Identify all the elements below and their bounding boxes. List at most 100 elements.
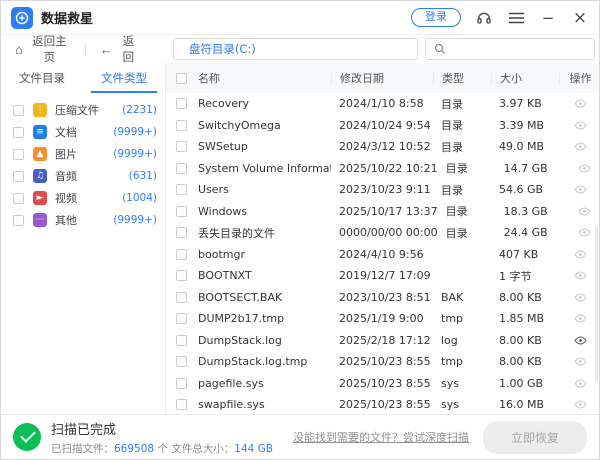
preview-eye-icon[interactable] [574, 248, 587, 261]
total-size-value: 144 GB [234, 443, 273, 455]
table-row[interactable]: BOOTNXT 2019/12/7 17:09 1 字节 [166, 265, 599, 287]
checkbox[interactable] [176, 163, 187, 174]
preview-eye-icon[interactable] [574, 377, 587, 390]
file-name: 丢失目录的文件 [198, 225, 331, 241]
preview-eye-icon[interactable] [574, 269, 587, 282]
preview-eye-icon[interactable] [574, 291, 587, 304]
sidebar-item-images[interactable]: ▲ 图片 (9999+) [1, 143, 165, 165]
checkbox[interactable] [176, 206, 187, 217]
login-button[interactable]: 登录 [411, 8, 461, 27]
checkbox[interactable] [176, 184, 187, 195]
checkbox[interactable] [176, 227, 187, 238]
checkbox[interactable] [176, 399, 187, 410]
sidebar-item-archive[interactable]: ⋮ 压缩文件 (2231) [1, 99, 165, 121]
file-name: SWSetup [198, 140, 331, 153]
checkbox[interactable] [176, 141, 187, 152]
checkbox[interactable] [176, 249, 187, 260]
table-row[interactable]: DUMP2b17.tmp 2025/1/19 9:00 tmp 1.85 MB [166, 308, 599, 330]
file-date: 2025/1/19 9:00 [331, 312, 433, 325]
sidebar-item-count: (9999+) [113, 148, 157, 160]
header-date[interactable]: 修改日期 [331, 71, 433, 85]
checkbox[interactable] [13, 193, 24, 204]
header-size[interactable]: 大小 [491, 71, 559, 85]
search-input[interactable] [452, 43, 594, 56]
search-box[interactable] [425, 38, 595, 60]
file-name: DumpStack.log.tmp [198, 355, 331, 368]
support-headset-icon[interactable] [475, 9, 493, 27]
file-size: 14.7 GB [496, 162, 564, 175]
path-field[interactable]: 盘符目录(C:) [173, 38, 418, 60]
sidebar: 文件目录 文件类型 ⋮ 压缩文件 (2231) ≡ 文档 (9999+) [1, 63, 166, 414]
tab-file-directory[interactable]: 文件目录 [1, 63, 83, 93]
preview-eye-icon[interactable] [574, 398, 587, 411]
table-row[interactable]: bootmgr 2024/4/10 9:56 407 KB [166, 244, 599, 266]
checkbox[interactable] [176, 270, 187, 281]
recover-now-button[interactable]: 立即恢复 [483, 421, 587, 454]
table-row[interactable]: Recovery 2024/1/10 8:58 目录 3.97 KB [166, 93, 599, 115]
header-type[interactable]: 类型 [433, 71, 491, 85]
preview-eye-icon[interactable] [578, 205, 591, 218]
sidebar-item-audio[interactable]: ♫ 音频 (631) [1, 165, 165, 187]
scanned-files-count: 669508 [114, 443, 154, 455]
file-type: sys [433, 398, 491, 411]
table-row[interactable]: Windows 2025/10/17 13:37 目录 18.3 GB [166, 201, 599, 223]
select-all-checkbox[interactable] [176, 73, 187, 84]
back-button[interactable]: ← 返回 [96, 33, 143, 65]
sidebar-item-documents[interactable]: ≡ 文档 (9999+) [1, 121, 165, 143]
table-row[interactable]: System Volume Information 2025/10/22 10:… [166, 158, 599, 180]
sidebar-item-video[interactable]: ► 视频 (1004) [1, 187, 165, 209]
preview-eye-icon[interactable] [578, 226, 591, 239]
file-type: 目录 [433, 139, 491, 155]
table-row[interactable]: pagefile.sys 2025/10/23 8:55 sys 1.00 GB [166, 373, 599, 395]
file-name: BOOTSECT.BAK [198, 291, 331, 304]
checkbox[interactable] [176, 292, 187, 303]
preview-eye-icon[interactable] [574, 119, 587, 132]
table-header: 名称 修改日期 类型 大小 操作 [166, 63, 599, 93]
file-date: 2019/12/7 17:09 [331, 269, 433, 282]
toolbar: ⌂ 返回主页 ← 返回 盘符目录(C:) [1, 35, 599, 63]
checkbox[interactable] [13, 105, 24, 116]
checkbox[interactable] [176, 335, 187, 346]
table-row[interactable]: DumpStack.log 2025/2/18 17:12 log 8.00 K… [166, 330, 599, 352]
table-row[interactable]: swapfile.sys 2025/10/23 8:55 sys 16.0 MB [166, 394, 599, 416]
close-icon[interactable]: × [571, 9, 589, 27]
table-row[interactable]: SwitchyOmega 2024/10/24 9:54 目录 3.39 MB [166, 115, 599, 137]
preview-eye-icon[interactable] [578, 162, 591, 175]
checkbox[interactable] [176, 313, 187, 324]
home-label: 返回主页 [28, 33, 71, 65]
table-row[interactable]: SWSetup 2024/3/12 10:52 目录 49.0 MB [166, 136, 599, 158]
checkbox[interactable] [13, 127, 24, 138]
table-row[interactable]: DumpStack.log.tmp 2025/10/23 8:55 tmp 8.… [166, 351, 599, 373]
checkbox[interactable] [176, 356, 187, 367]
preview-eye-icon[interactable] [574, 334, 587, 347]
table-row[interactable]: 丢失目录的文件 0000/00/00 00:00 目录 24.4 GB [166, 222, 599, 244]
table-row[interactable]: BOOTSECT.BAK 2023/10/23 8:51 BAK 8.00 KB [166, 287, 599, 309]
preview-eye-icon[interactable] [574, 140, 587, 153]
header-name[interactable]: 名称 [198, 70, 331, 86]
file-date: 2024/10/24 9:54 [331, 119, 433, 132]
file-size: 18.3 GB [496, 205, 564, 218]
file-size: 8.00 KB [491, 334, 559, 347]
home-button[interactable]: ⌂ 返回主页 [11, 33, 75, 65]
deep-scan-link[interactable]: 没能找到需要的文件？尝试深度扫描 [293, 429, 469, 445]
scrollbar-thumb[interactable] [595, 226, 598, 382]
preview-eye-icon[interactable] [574, 97, 587, 110]
preview-eye-icon[interactable] [574, 355, 587, 368]
file-date: 2023/10/23 9:11 [331, 183, 433, 196]
checkbox[interactable] [13, 149, 24, 160]
file-size: 8.00 KB [491, 291, 559, 304]
checkbox[interactable] [13, 215, 24, 226]
menu-icon[interactable] [507, 9, 525, 27]
checkbox[interactable] [13, 171, 24, 182]
preview-eye-icon[interactable] [574, 312, 587, 325]
preview-eye-icon[interactable] [574, 183, 587, 196]
sidebar-item-other[interactable]: ⋯ 其他 (9999+) [1, 209, 165, 231]
tab-file-type[interactable]: 文件类型 [83, 63, 165, 93]
checkbox[interactable] [176, 98, 187, 109]
file-name: System Volume Information [198, 162, 331, 175]
checkbox[interactable] [176, 378, 187, 389]
table-row[interactable]: Users 2023/10/23 9:11 目录 54.6 GB [166, 179, 599, 201]
file-table: 名称 修改日期 类型 大小 操作 Recovery 2024/1/10 8:58… [166, 63, 599, 414]
checkbox[interactable] [176, 120, 187, 131]
minimize-icon[interactable]: − [539, 9, 557, 27]
